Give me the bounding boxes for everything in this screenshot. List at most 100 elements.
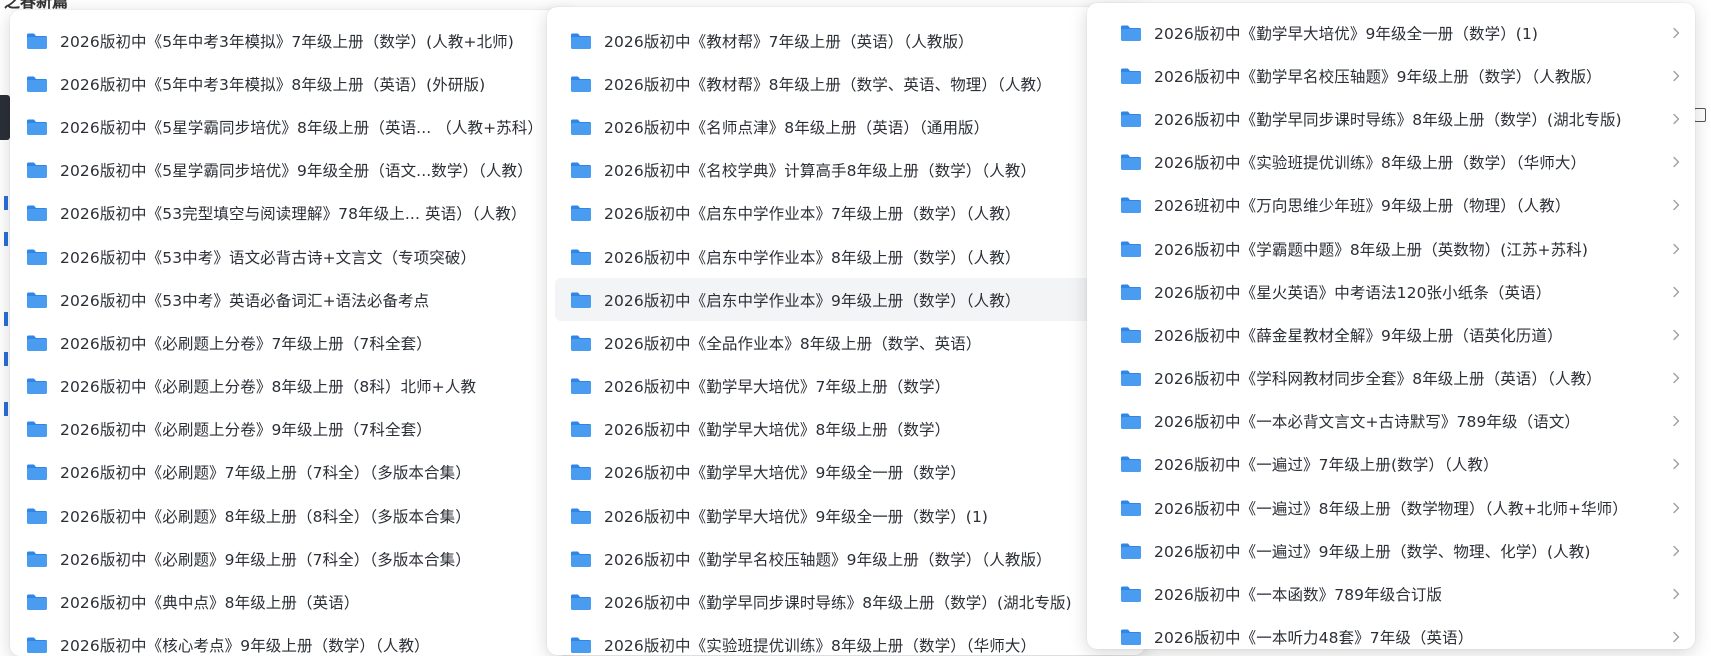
folder-item[interactable]: 2026版初中《一本必背文言文+古诗默写》789年级（语文）	[1087, 400, 1695, 443]
background-left-strip	[0, 95, 10, 140]
folder-icon	[570, 291, 592, 309]
screen: 之春新篇 2026版初中《5年中考3年模拟》7年级上册（数学）(人教+北师) 2…	[0, 0, 1711, 656]
folder-item[interactable]: 2026版初中《实验班提优训练》8年级上册（数学）（华师大）	[547, 624, 1145, 655]
chevron-right-icon	[1671, 27, 1681, 39]
folder-item-label: 2026版初中《必刷题上分卷》8年级上册（8科）北师+人教	[60, 378, 477, 397]
folder-icon	[570, 420, 592, 438]
folder-item[interactable]: 2026版初中《勤学早同步课时导练》8年级上册（数学）(湖北专版)	[1087, 97, 1695, 140]
folder-icon	[26, 75, 48, 93]
folder-item-label: 2026版初中《5年中考3年模拟》8年级上册（英语）(外研版)	[60, 75, 486, 94]
background-left-mark	[4, 312, 8, 326]
folder-item[interactable]: 2026版初中《勤学早名校压轴题》9年级上册（数学）（人教版）	[547, 537, 1145, 580]
folder-item[interactable]: 2026班初中《万向思维少年班》9年级上册（物理）（人教）	[1087, 184, 1695, 227]
folder-item-label: 2026版初中《53中考》英语必备词汇+语法必备考点	[60, 291, 430, 310]
folder-icon	[1120, 369, 1142, 387]
folder-item-label: 2026版初中《勤学早大培优》9年级全一册（数学）	[604, 464, 966, 483]
folder-item-label: 2026版初中《一遍过》9年级上册（数学、物理、化学）(人教)	[1154, 542, 1591, 561]
folder-item[interactable]: 2026版初中《53中考》语文必背古诗+文言文（专项突破）	[10, 235, 570, 278]
folder-item[interactable]: 2026版初中《名校学典》计算高手8年级上册（数学）（人教）	[547, 149, 1145, 192]
folder-item[interactable]: 2026版初中《典中点》8年级上册（英语）	[10, 580, 570, 623]
folder-item[interactable]: 2026版初中《必刷题》7年级上册（7科全）（多版本合集）	[10, 451, 570, 494]
folder-item-label: 2026版初中《星火英语》中考语法120张小纸条（英语）	[1154, 283, 1552, 302]
folder-item[interactable]: 2026版初中《勤学早大培优》7年级上册（数学）	[547, 365, 1145, 408]
folder-item[interactable]: 2026版初中《核心考点》9年级上册（数学）（人教）	[10, 624, 570, 656]
folder-icon	[570, 507, 592, 525]
folder-item-label: 2026版初中《5年中考3年模拟》7年级上册（数学）(人教+北师)	[60, 32, 514, 51]
folder-item[interactable]: 2026版初中《启东中学作业本》7年级上册（数学）（人教）	[547, 192, 1145, 235]
folder-item-label: 2026版初中《必刷题》7年级上册（7科全）（多版本合集）	[60, 464, 471, 483]
folder-icon	[1120, 585, 1142, 603]
background-window-icon	[1694, 108, 1706, 122]
folder-item[interactable]: 2026版初中《勤学早大培优》8年级上册（数学）	[547, 408, 1145, 451]
folder-item[interactable]: 2026版初中《学科网教材同步全套》8年级上册（英语）（人教）	[1087, 357, 1695, 400]
folder-list-1: 2026版初中《5年中考3年模拟》7年级上册（数学）(人教+北师) 2026版初…	[10, 10, 570, 656]
folder-icon	[26, 32, 48, 50]
folder-item[interactable]: 2026版初中《实验班提优训练》8年级上册（数学）（华师大）	[1087, 141, 1695, 184]
chevron-right-icon	[1671, 415, 1681, 427]
folder-icon	[570, 636, 592, 654]
chevron-right-icon	[1671, 502, 1681, 514]
folder-item-label: 2026版初中《实验班提优训练》8年级上册（数学）（华师大）	[604, 637, 1037, 655]
folder-item-label: 2026版初中《勤学早大培优》9年级全一册（数学）(1)	[604, 507, 989, 526]
folder-item-label: 2026版初中《名师点津》8年级上册（英语）（通用版）	[604, 118, 990, 137]
folder-icon	[1120, 628, 1142, 646]
folder-icon	[1120, 283, 1142, 301]
folder-item[interactable]: 2026版初中《启东中学作业本》8年级上册（数学）（人教）	[547, 235, 1145, 278]
folder-icon	[1120, 326, 1142, 344]
folder-item[interactable]: 2026版初中《必刷题上分卷》7年级上册（7科全套）	[10, 321, 570, 364]
folder-item[interactable]: 2026版初中《教材帮》8年级上册（数学、英语、物理）（人教）	[547, 62, 1145, 105]
folder-icon	[1120, 542, 1142, 560]
folder-item[interactable]: 2026版初中《一遍过》9年级上册（数学、物理、化学）(人教)	[1087, 529, 1695, 572]
folder-icon	[26, 291, 48, 309]
folder-item[interactable]: 2026版初中《53完型填空与阅读理解》78年级上... 英语）（人教）	[10, 192, 570, 235]
folder-icon	[1120, 24, 1142, 42]
folder-item[interactable]: 2026版初中《一本听力48套》7年级（英语）	[1087, 616, 1695, 649]
folder-item-label: 2026版初中《5星学霸同步培优》8年级上册（英语... （人教+苏科）	[60, 118, 543, 137]
folder-item[interactable]: 2026版初中《必刷题》9年级上册（7科全）（多版本合集）	[10, 537, 570, 580]
folder-item[interactable]: 2026版初中《启东中学作业本》9年级上册（数学）（人教）	[555, 278, 1137, 322]
folder-item[interactable]: 2026版初中《一遍过》7年级上册(数学）（人教）	[1087, 443, 1695, 486]
folder-item-label: 2026版初中《教材帮》8年级上册（数学、英语、物理）（人教）	[604, 75, 1052, 94]
folder-icon	[26, 248, 48, 266]
folder-item-label: 2026版初中《学科网教材同步全套》8年级上册（英语）（人教）	[1154, 370, 1602, 389]
folder-item[interactable]: 2026版初中《勤学早大培优》9年级全一册（数学）(1)	[1087, 11, 1695, 54]
folder-item[interactable]: 2026版初中《薛金星教材全解》9年级上册（语英化历道）	[1087, 313, 1695, 356]
folder-icon	[570, 334, 592, 352]
folder-item[interactable]: 2026版初中《必刷题上分卷》9年级上册（7科全套）	[10, 408, 570, 451]
folder-item[interactable]: 2026版初中《学霸题中题》8年级上册（英数物）(江苏+苏科)	[1087, 227, 1695, 270]
folder-icon	[570, 75, 592, 93]
folder-item-label: 2026版初中《勤学早大培优》8年级上册（数学）	[604, 421, 951, 440]
folder-item-label: 2026版初中《勤学早名校压轴题》9年级上册（数学）（人教版）	[604, 550, 1052, 569]
folder-item[interactable]: 2026版初中《勤学早大培优》9年级全一册（数学）	[547, 451, 1145, 494]
folder-item[interactable]: 2026版初中《教材帮》7年级上册（英语）（人教版）	[547, 19, 1145, 62]
folder-item[interactable]: 2026版初中《必刷题上分卷》8年级上册（8科）北师+人教	[10, 365, 570, 408]
folder-item-label: 2026版初中《一遍过》7年级上册(数学）（人教）	[1154, 456, 1499, 475]
folder-icon	[570, 550, 592, 568]
folder-item[interactable]: 2026版初中《名师点津》8年级上册（英语）（通用版）	[547, 105, 1145, 148]
folder-menu-1: 2026版初中《5年中考3年模拟》7年级上册（数学）(人教+北师) 2026版初…	[10, 10, 570, 656]
folder-item[interactable]: 2026版初中《星火英语》中考语法120张小纸条（英语）	[1087, 270, 1695, 313]
folder-icon	[1120, 499, 1142, 517]
folder-item[interactable]: 2026版初中《5年中考3年模拟》8年级上册（英语）(外研版)	[10, 62, 570, 105]
folder-item[interactable]: 2026版初中《必刷题》8年级上册（8科全）（多版本合集）	[10, 494, 570, 537]
folder-item[interactable]: 2026版初中《一遍过》8年级上册（数学物理）（人教+北师+华师）	[1087, 486, 1695, 529]
folder-item[interactable]: 2026版初中《全品作业本》8年级上册（数学、英语）	[547, 321, 1145, 364]
folder-item[interactable]: 2026版初中《勤学早名校压轴题》9年级上册（数学）（人教版）	[1087, 54, 1695, 97]
folder-item-label: 2026版初中《勤学早大培优》7年级上册（数学）	[604, 378, 951, 397]
folder-item-label: 2026版初中《5星学霸同步培优》9年级全册（语文...数学）（人教）	[60, 162, 533, 181]
folder-item[interactable]: 2026版初中《勤学早大培优》9年级全一册（数学）(1)	[547, 494, 1145, 537]
folder-item-label: 2026版初中《53完型填空与阅读理解》78年级上... 英语）（人教）	[60, 205, 527, 224]
folder-item[interactable]: 2026版初中《5年中考3年模拟》7年级上册（数学）(人教+北师)	[10, 19, 570, 62]
folder-icon	[570, 593, 592, 611]
folder-item[interactable]: 2026版初中《53中考》英语必备词汇+语法必备考点	[10, 278, 570, 321]
folder-item-label: 2026版初中《启东中学作业本》7年级上册（数学）（人教）	[604, 205, 1021, 224]
folder-item[interactable]: 2026版初中《一本函数》789年级合订版	[1087, 572, 1695, 615]
folder-item-label: 2026版初中《勤学早名校压轴题》9年级上册（数学）（人教版）	[1154, 67, 1602, 86]
chevron-right-icon	[1671, 70, 1681, 82]
chevron-right-icon	[1671, 286, 1681, 298]
folder-item[interactable]: 2026版初中《5星学霸同步培优》8年级上册（英语... （人教+苏科）	[10, 105, 570, 148]
chevron-right-icon	[1671, 588, 1681, 600]
folder-item[interactable]: 2026版初中《5星学霸同步培优》9年级全册（语文...数学）（人教）	[10, 149, 570, 192]
folder-icon	[26, 334, 48, 352]
folder-item[interactable]: 2026版初中《勤学早同步课时导练》8年级上册（数学）(湖北专版)	[547, 580, 1145, 623]
